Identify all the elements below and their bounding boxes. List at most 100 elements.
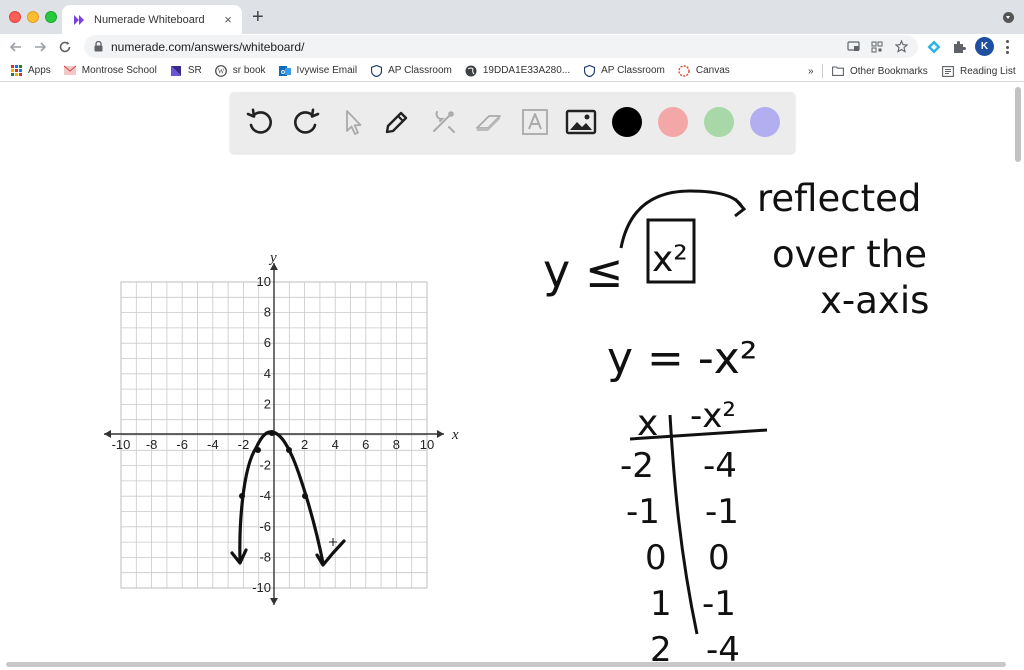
- y-tick-label: -4: [259, 488, 271, 503]
- more-menu-icon[interactable]: [1006, 40, 1010, 54]
- text-icon[interactable]: [519, 106, 551, 138]
- extensions-puzzle-icon[interactable]: [951, 39, 967, 55]
- zoom-window-button[interactable]: [45, 11, 57, 23]
- x-tick-label: -4: [207, 437, 219, 452]
- vertical-scrollbar[interactable]: [1014, 87, 1022, 667]
- tab-title: Numerade Whiteboard: [94, 13, 205, 26]
- color-swatch-purple[interactable]: [750, 107, 780, 137]
- x-axis-label: x: [451, 427, 459, 443]
- url-text[interactable]: numerade.com/answers/whiteboard/: [111, 40, 846, 54]
- reload-icon[interactable]: [56, 38, 74, 56]
- note-line-1: reflected: [757, 177, 921, 220]
- sr-flag-icon: [170, 65, 182, 77]
- pen-icon[interactable]: [381, 106, 413, 138]
- equation-text: y = -x²: [607, 333, 757, 384]
- y-tick-label: -2: [259, 458, 271, 473]
- extension-diamond-icon[interactable]: [926, 39, 942, 55]
- redo-icon[interactable]: [290, 106, 322, 138]
- pointer-icon[interactable]: [336, 106, 368, 138]
- address-bar[interactable]: numerade.com/answers/whiteboard/: [84, 35, 918, 58]
- eraser-icon[interactable]: [473, 106, 505, 138]
- bookmark-canvas[interactable]: Canvas: [678, 64, 730, 77]
- numerade-favicon-icon: [72, 13, 86, 27]
- bookmark-ivywise-email[interactable]: o Ivywise Email: [278, 65, 357, 77]
- inequality-text: y ≤: [543, 244, 623, 298]
- table-cell-y: -1: [705, 492, 739, 532]
- bookmark-star-icon[interactable]: [894, 40, 908, 54]
- handwritten-notes: y ≤ x² reflected over the x-axis y = -x²: [543, 177, 929, 384]
- x-tick-label: 6: [362, 437, 369, 452]
- wordpress-icon: W: [214, 64, 227, 77]
- reading-list-icon: [942, 65, 954, 77]
- color-swatch-green[interactable]: [704, 107, 734, 137]
- table-cell-x: -1: [626, 492, 660, 532]
- table-cell-y: -4: [703, 446, 737, 486]
- bookmarks-bar: Apps Montrose School SR W sr book o Ivyw…: [0, 60, 1024, 82]
- horizontal-scrollbar[interactable]: [0, 662, 1010, 668]
- y-tick-label: 2: [264, 396, 271, 411]
- folder-icon: [832, 65, 844, 77]
- table-cell-y: -1: [702, 584, 736, 624]
- table-header-y: -x²: [690, 396, 736, 436]
- y-tick-label: 8: [264, 305, 271, 320]
- x-tick-label: -2: [238, 437, 250, 452]
- y-tick-label: -6: [259, 519, 271, 534]
- lock-icon: [94, 40, 103, 52]
- svg-text:o: o: [280, 68, 284, 75]
- value-table: x -x² -2 -4-1 -10 01 -12 -4: [620, 396, 768, 670]
- forward-arrow-icon[interactable]: [31, 38, 49, 56]
- cast-icon[interactable]: [846, 40, 860, 54]
- table-cell-y: 0: [708, 538, 730, 578]
- x-tick-label: 8: [393, 437, 400, 452]
- bookmark-apps[interactable]: Apps: [10, 65, 51, 77]
- minimize-window-button[interactable]: [27, 11, 39, 23]
- tab-search-icon[interactable]: [1003, 12, 1014, 23]
- y-tick-label: 4: [264, 366, 271, 381]
- whiteboard-drawing: -10 -8 -6 -4 -2 2 4 6 8 10 108642-2-4-6-8-10 x y …: [104, 177, 929, 670]
- x-tick-label: -8: [146, 437, 158, 452]
- qr-code-icon[interactable]: [870, 40, 884, 54]
- bookmark-ap-classroom-1[interactable]: AP Classroom: [370, 64, 452, 77]
- tab-close-icon[interactable]: ×: [218, 12, 238, 27]
- x-tick-label: 2: [301, 437, 308, 452]
- y-tick-label: -8: [259, 549, 271, 564]
- reading-list-button[interactable]: Reading List: [942, 60, 1016, 82]
- svg-text:W: W: [217, 67, 224, 75]
- apps-grid-icon: [10, 65, 22, 77]
- undo-icon[interactable]: [244, 106, 276, 138]
- image-icon[interactable]: [565, 106, 597, 138]
- bookmark-ap-classroom-2[interactable]: AP Classroom: [583, 64, 665, 77]
- x-tick-label: -6: [176, 437, 188, 452]
- table-cell-x: 1: [650, 584, 672, 624]
- y-axis-label: y: [268, 250, 277, 266]
- x-tick-label: 10: [420, 437, 434, 452]
- shield-icon: [583, 64, 595, 77]
- color-swatch-pink[interactable]: [658, 107, 688, 137]
- table-divider: [668, 414, 699, 635]
- whiteboard-canvas[interactable]: -10 -8 -6 -4 -2 2 4 6 8 10 10 8 6 4 2 -2 -4 -6 -8 -10 x y …: [0, 83, 1024, 670]
- bookmarks-overflow-button[interactable]: »: [808, 60, 814, 82]
- bookmark-montrose-school[interactable]: Montrose School: [63, 65, 157, 77]
- table-header-x: x: [637, 403, 658, 444]
- table-cell-x: 0: [645, 538, 667, 578]
- canvas-icon: [678, 64, 690, 77]
- close-window-button[interactable]: [9, 11, 21, 23]
- back-arrow-icon[interactable]: [7, 38, 25, 56]
- boxed-term-text: x²: [652, 239, 688, 280]
- bookmark-19dda1e33a280[interactable]: 19DDA1E33A280...: [465, 65, 570, 77]
- profile-avatar[interactable]: K: [975, 37, 994, 56]
- other-bookmarks-button[interactable]: Other Bookmarks: [832, 60, 928, 82]
- note-line-3: x-axis: [820, 279, 929, 322]
- bookmark-sr-book[interactable]: W sr book: [214, 64, 266, 77]
- color-swatch-black[interactable]: [612, 107, 642, 137]
- bookmarks-divider: [822, 64, 823, 78]
- note-line-2: over the: [772, 233, 927, 276]
- new-tab-button[interactable]: +: [252, 7, 264, 27]
- table-cell-x: -2: [620, 446, 654, 486]
- tools-icon[interactable]: [427, 106, 459, 138]
- browser-tab-numerade[interactable]: Numerade Whiteboard ×: [62, 5, 242, 34]
- shield-icon: [370, 64, 382, 77]
- tool-palette: [230, 92, 795, 153]
- x-tick-label: -10: [112, 437, 131, 452]
- bookmark-sr[interactable]: SR: [170, 65, 202, 77]
